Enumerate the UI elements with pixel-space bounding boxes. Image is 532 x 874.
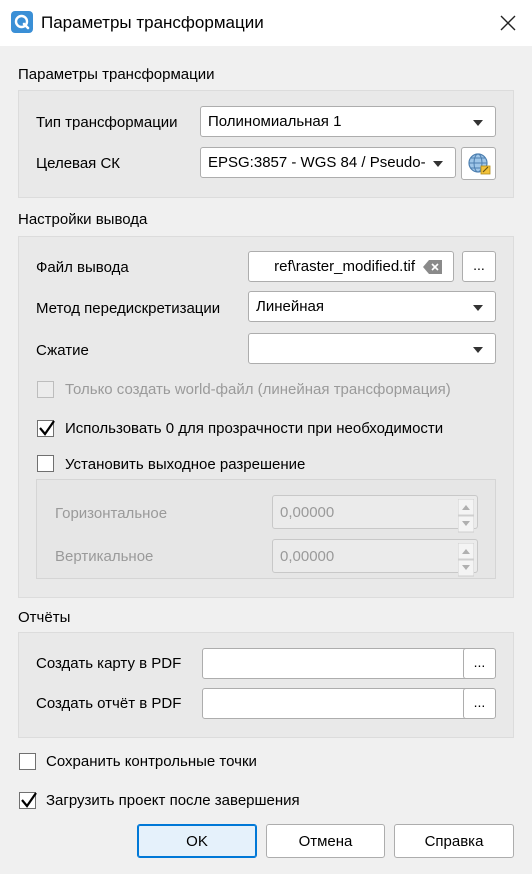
save-gcp-label: Сохранить контрольные точки [46,753,257,770]
world-file-label: Только создать world-файл (линейная тран… [65,381,451,398]
checkmark-icon [39,420,55,436]
checkmark-icon [21,792,37,808]
load-project-label: Загрузить проект после завершения [46,792,300,809]
report-pdf-input[interactable] [202,688,473,719]
globe-icon [468,153,491,175]
resampling-value: Линейная [256,298,324,315]
cancel-button[interactable]: Отмена [266,824,385,858]
target-crs-label: Целевая СК [36,155,121,172]
map-pdf-label: Создать карту в PDF [36,655,182,672]
output-file-value: ref\raster_modified.tif [274,258,415,275]
vertical-res-spinbox[interactable]: 0,00000 [272,539,478,577]
window-title: Параметры трансформации [41,13,264,32]
target-crs-value: EPSG:3857 - WGS 84 / Pseudo-Mercator [208,154,426,171]
vertical-res-value: 0,00000 [280,548,335,565]
target-crs-combo[interactable]: EPSG:3857 - WGS 84 / Pseudo-Mercator [200,147,456,178]
clear-text-icon[interactable] [423,260,443,274]
spin-arrows-icon[interactable] [458,543,474,577]
close-icon [500,15,516,31]
resampling-combo[interactable]: Линейная [248,291,496,322]
output-resolution-label: Установить выходное разрешение [65,456,306,473]
chevron-down-icon [473,347,483,353]
map-pdf-input[interactable] [202,648,473,679]
output-group: Файл вывода ref\raster_modified.tif ... … [18,236,514,598]
resolution-subgroup: Горизонтальное 0,00000 Вертикальное 0,00… [36,479,496,579]
reports-section-title: Отчёты [18,609,71,626]
help-button[interactable]: Справка [394,824,514,858]
title-bar: Параметры трансформации [0,0,532,46]
compression-label: Сжатие [36,342,89,359]
report-pdf-label: Создать отчёт в PDF [36,695,182,712]
spin-arrows-icon[interactable] [458,499,474,533]
chevron-down-icon [473,120,483,126]
chevron-down-icon [473,305,483,311]
output-file-label: Файл вывода [36,259,129,276]
transform-section-title: Параметры трансформации [18,66,215,83]
reports-group: Создать карту в PDF ... Создать отчёт в … [18,632,514,738]
transparency-label: Использовать 0 для прозрачности при необ… [65,420,444,437]
chevron-down-icon [433,161,443,167]
resampling-label: Метод передискретизации [36,300,221,317]
horizontal-res-spinbox[interactable]: 0,00000 [272,495,478,533]
transform-type-label: Тип трансформации [36,114,178,131]
select-crs-button[interactable] [461,147,496,180]
output-file-input[interactable]: ref\raster_modified.tif [248,251,454,282]
world-file-checkbox[interactable] [37,381,54,398]
map-pdf-browse-button[interactable]: ... [463,648,496,679]
report-pdf-browse-button[interactable]: ... [463,688,496,719]
output-section-title: Настройки вывода [18,211,148,228]
horizontal-res-value: 0,00000 [280,504,335,521]
vertical-res-label: Вертикальное [55,548,154,565]
transparency-checkbox[interactable] [37,420,55,437]
save-gcp-checkbox[interactable] [19,753,36,770]
output-file-browse-button[interactable]: ... [462,251,496,282]
close-button[interactable] [494,9,522,37]
transform-type-value: Полиномиальная 1 [208,113,342,130]
ok-button[interactable]: OK [137,824,257,858]
load-project-checkbox[interactable] [19,792,37,809]
qgis-app-icon [11,11,33,33]
horizontal-res-label: Горизонтальное [55,505,168,522]
transform-group: Тип трансформации Полиномиальная 1 Целев… [18,90,514,198]
output-resolution-checkbox[interactable] [37,455,54,472]
transform-type-combo[interactable]: Полиномиальная 1 [200,106,496,137]
compression-combo[interactable] [248,333,496,364]
